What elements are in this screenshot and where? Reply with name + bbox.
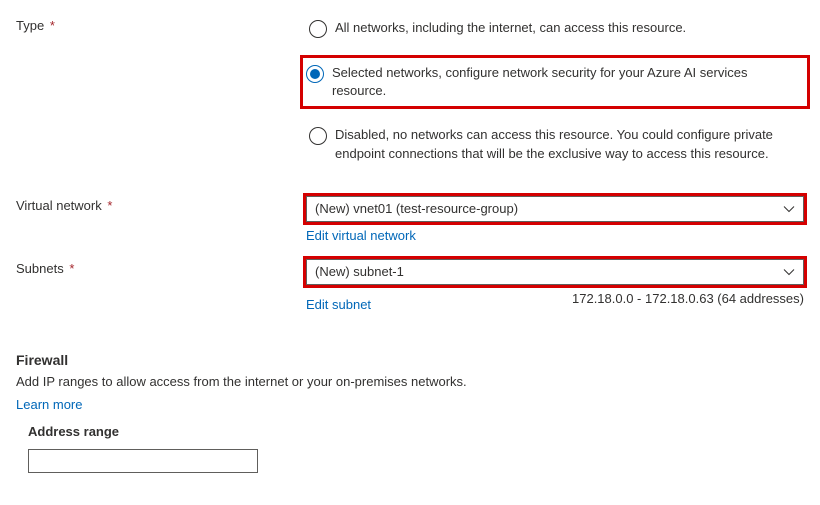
firewall-desc: Add IP ranges to allow access from the i… xyxy=(16,374,804,389)
subnets-dropdown[interactable]: (New) subnet-1 xyxy=(306,259,804,285)
required-mark: * xyxy=(50,18,55,33)
edit-subnet-link[interactable]: Edit subnet xyxy=(306,297,371,312)
vnet-dropdown[interactable]: (New) vnet01 (test-resource-group) xyxy=(306,196,804,222)
type-label-text: Type xyxy=(16,18,44,33)
vnet-dropdown-value: (New) vnet01 (test-resource-group) xyxy=(315,201,518,216)
vnet-label: Virtual network * xyxy=(16,196,306,213)
learn-more-link[interactable]: Learn more xyxy=(16,397,82,412)
radio-selected-label: Selected networks, configure network sec… xyxy=(332,64,804,100)
subnet-range: 172.18.0.0 - 172.18.0.63 (64 addresses) xyxy=(572,291,804,312)
subnets-dropdown-value: (New) subnet-1 xyxy=(315,264,404,279)
radio-disabled[interactable]: Disabled, no networks can access this re… xyxy=(306,123,804,165)
radio-selected-networks[interactable]: Selected networks, configure network sec… xyxy=(300,55,810,109)
radio-disabled-label: Disabled, no networks can access this re… xyxy=(335,126,801,162)
required-mark: * xyxy=(107,198,112,213)
radio-icon xyxy=(306,65,324,83)
firewall-title: Firewall xyxy=(16,352,804,368)
type-options: All networks, including the internet, ca… xyxy=(306,16,804,180)
radio-all-label: All networks, including the internet, ca… xyxy=(335,19,686,37)
radio-all-networks[interactable]: All networks, including the internet, ca… xyxy=(306,16,804,41)
required-mark: * xyxy=(69,261,74,276)
type-label: Type * xyxy=(16,16,306,33)
subnets-label-text: Subnets xyxy=(16,261,64,276)
edit-vnet-link[interactable]: Edit virtual network xyxy=(306,228,416,243)
vnet-label-text: Virtual network xyxy=(16,198,102,213)
radio-icon xyxy=(309,127,327,145)
chevron-down-icon xyxy=(783,203,795,215)
chevron-down-icon xyxy=(783,266,795,278)
subnets-label: Subnets * xyxy=(16,259,306,276)
address-range-label: Address range xyxy=(28,424,804,439)
address-range-input[interactable] xyxy=(28,449,258,473)
radio-icon xyxy=(309,20,327,38)
